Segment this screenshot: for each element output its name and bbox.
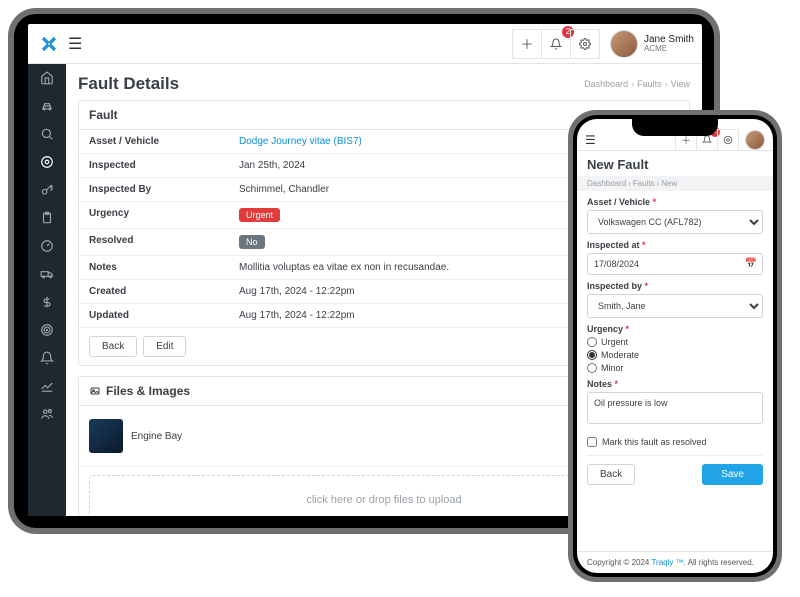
files-card-title: Files & Images (106, 384, 190, 398)
settings-button[interactable] (717, 129, 739, 151)
resolved-label: Resolved (79, 229, 229, 255)
sidebar-chart-icon[interactable] (39, 378, 55, 394)
notifications-button[interactable]: 2 (541, 29, 571, 59)
file-item: Engine Bay (89, 414, 645, 458)
inspectedby-select[interactable]: Smith, Jane (587, 294, 763, 318)
page-title: Fault Details (78, 74, 179, 94)
sidebar-vehicle-icon[interactable] (39, 98, 55, 114)
inspectedby-field-label: Inspected by * (587, 281, 763, 291)
sidebar-truck-icon[interactable] (39, 266, 55, 282)
back-button[interactable]: Back (89, 336, 137, 357)
save-button[interactable]: Save (702, 464, 763, 485)
menu-icon[interactable]: ☰ (585, 133, 596, 147)
sidebar-key-icon[interactable] (39, 182, 55, 198)
menu-icon[interactable]: ☰ (68, 34, 82, 54)
asset-label: Asset / Vehicle (79, 130, 229, 153)
user-avatar[interactable] (745, 130, 765, 150)
asset-field-label: Asset / Vehicle * (587, 197, 763, 207)
user-name: Jane Smith (644, 34, 694, 45)
inspectedby-label: Inspected By (79, 178, 229, 201)
urgency-field-label: Urgency * (587, 324, 763, 334)
urgency-radio-urgent[interactable]: Urgent (587, 337, 763, 347)
urgency-radio-minor[interactable]: Minor (587, 363, 763, 373)
urgency-radio-moderate[interactable]: Moderate (587, 350, 763, 360)
sidebar-users-icon[interactable] (39, 406, 55, 422)
phone-notch (632, 118, 718, 136)
file-thumbnail[interactable] (89, 419, 123, 453)
page-title: New Fault (577, 151, 773, 176)
edit-button[interactable]: Edit (143, 336, 186, 357)
crumb-dashboard[interactable]: Dashboard (587, 179, 626, 188)
sidebar-faults-icon[interactable] (39, 154, 55, 170)
user-info: Jane Smith ACME (644, 34, 694, 54)
sidebar-dollar-icon[interactable] (39, 294, 55, 310)
settings-button[interactable] (570, 29, 600, 59)
crumb-faults[interactable]: Faults (637, 79, 662, 89)
sidebar-home-icon[interactable] (39, 70, 55, 86)
phone-footer: Copyright © 2024 Traqly ™. All rights re… (577, 551, 773, 573)
created-label: Created (79, 280, 229, 303)
file-name: Engine Bay (131, 431, 182, 442)
crumb-dashboard[interactable]: Dashboard (584, 79, 628, 89)
back-button[interactable]: Back (587, 464, 635, 485)
sidebar-search-icon[interactable] (39, 126, 55, 142)
phone-frame: ☰ ＋ 2 New Fault Dashboard›Faults›New (568, 110, 782, 582)
notes-label: Notes (79, 256, 229, 279)
sidebar-clipboard-icon[interactable] (39, 210, 55, 226)
user-avatar[interactable] (610, 30, 638, 58)
crumb-faults[interactable]: Faults (633, 179, 655, 188)
calendar-icon[interactable]: 📅 (745, 259, 757, 270)
sidebar-bell-icon[interactable] (39, 350, 55, 366)
breadcrumb: Dashboard›Faults›View (584, 79, 690, 89)
sidebar-nav (28, 64, 66, 516)
notes-textarea[interactable]: Oil pressure is low (587, 392, 763, 424)
asset-select[interactable]: Volkswagen CC (AFL782) (587, 210, 763, 234)
sidebar-gauge-icon[interactable] (39, 238, 55, 254)
inspectedat-field-label: Inspected at * (587, 240, 763, 250)
crumb-new: New (661, 179, 677, 188)
app-logo (38, 33, 60, 55)
crumb-view: View (671, 79, 690, 89)
updated-label: Updated (79, 304, 229, 327)
tablet-header: ☰ ＋ 2 Jane Smith ACME (28, 24, 702, 64)
urgency-badge: Urgent (239, 208, 280, 222)
breadcrumb: Dashboard›Faults›New (577, 176, 773, 191)
notes-field-label: Notes * (587, 379, 763, 389)
inspected-label: Inspected (79, 154, 229, 177)
images-icon (89, 385, 101, 397)
urgency-label: Urgency (79, 202, 229, 228)
resolved-checkbox[interactable]: Mark this fault as resolved (587, 437, 763, 447)
user-org: ACME (644, 45, 694, 54)
add-button[interactable]: ＋ (512, 29, 542, 59)
sidebar-target-icon[interactable] (39, 322, 55, 338)
inspectedat-input[interactable] (587, 253, 763, 275)
resolved-badge: No (239, 235, 265, 249)
brand-link[interactable]: Traqly ™ (651, 558, 683, 567)
